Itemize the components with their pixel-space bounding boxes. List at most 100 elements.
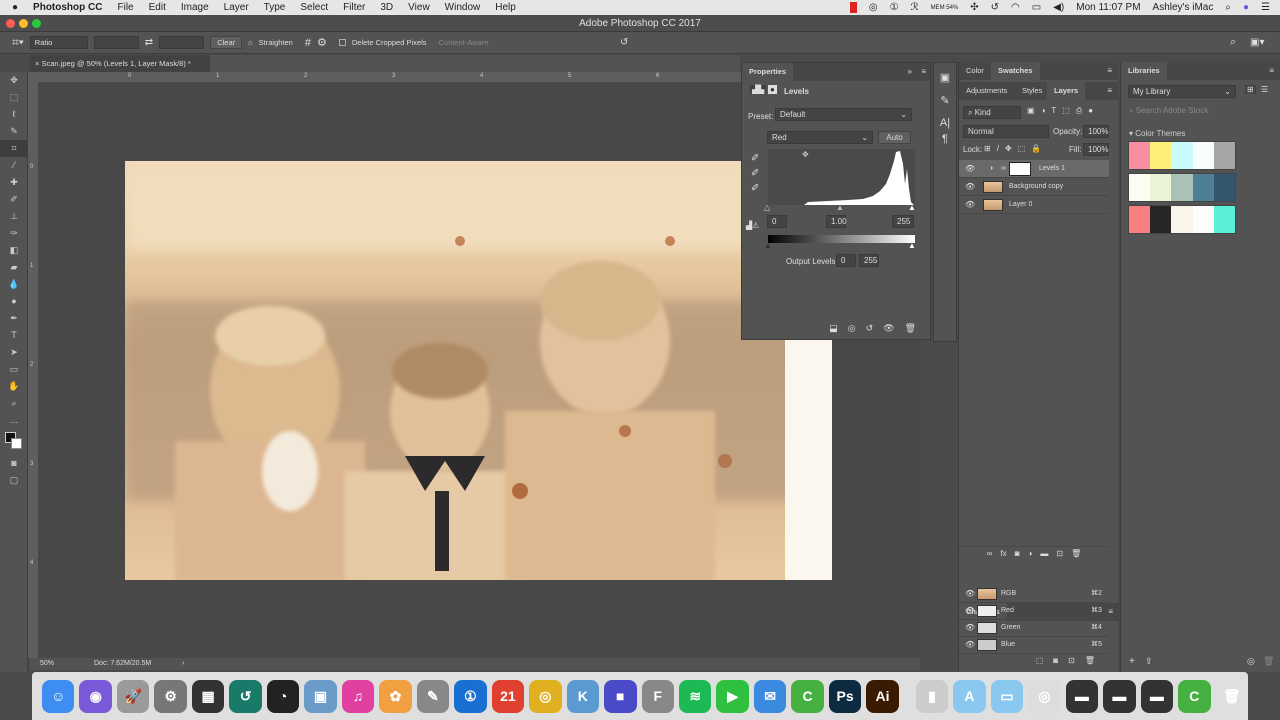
- search-icon[interactable]: ⌕: [1230, 36, 1236, 49]
- dock-keynote-icon[interactable]: K: [566, 679, 600, 713]
- menu-help[interactable]: Help: [495, 2, 516, 13]
- zoom-window-button[interactable]: [32, 19, 41, 28]
- lock-transparent-icon[interactable]: ⊞: [984, 144, 991, 153]
- airplay-icon[interactable]: ▭: [1032, 2, 1041, 13]
- color-theme[interactable]: [1128, 173, 1236, 202]
- crop-tool-icon[interactable]: ⌗: [0, 140, 28, 157]
- chain-link-icon[interactable]: ∞: [1001, 160, 1006, 178]
- creative-cloud-icon[interactable]: ◎: [869, 2, 878, 13]
- paragraph-icon[interactable]: ¶: [934, 133, 956, 145]
- add-content-icon[interactable]: +: [1129, 656, 1135, 667]
- panel-menu-icon[interactable]: ≡: [921, 67, 926, 76]
- lock-all-icon[interactable]: 🔒: [1031, 144, 1041, 153]
- output-white-field[interactable]: 255: [859, 254, 879, 267]
- panel-menu-icon[interactable]: ≡: [1108, 607, 1113, 616]
- minimize-window-button[interactable]: [19, 19, 28, 28]
- stamp-tool-icon[interactable]: ⊥: [0, 208, 28, 225]
- eraser-tool-icon[interactable]: ◧: [0, 242, 28, 259]
- output-black-field[interactable]: 0: [836, 254, 856, 267]
- brush-settings-icon[interactable]: ✎: [934, 94, 956, 107]
- filter-shape-icon[interactable]: ⬚: [1062, 106, 1070, 116]
- siri-icon[interactable]: ●: [1243, 2, 1249, 13]
- gray-point-eyedropper-icon[interactable]: ✐: [751, 168, 759, 179]
- color-theme[interactable]: [1128, 205, 1236, 234]
- trash-icon[interactable]: 🗑: [1263, 656, 1274, 667]
- script-icon[interactable]: ℛ: [911, 2, 919, 13]
- save-selection-icon[interactable]: ◙: [1053, 656, 1058, 665]
- screen-mode-icon[interactable]: ▢: [0, 472, 28, 489]
- dock-mail-icon[interactable]: ✉: [753, 679, 787, 713]
- output-black-slider[interactable]: ▲: [764, 241, 772, 250]
- dock-preview-icon[interactable]: ▣: [304, 679, 337, 713]
- dock-facetime-icon[interactable]: ▶: [716, 679, 749, 713]
- menu-type[interactable]: Type: [264, 2, 286, 13]
- dock-trash-icon[interactable]: 🗑: [1215, 679, 1248, 713]
- zoom-level[interactable]: 50%: [40, 658, 54, 670]
- swap-icon[interactable]: ⇄: [145, 37, 153, 48]
- dodge-tool-icon[interactable]: ●: [0, 293, 28, 310]
- spotlight-icon[interactable]: ⌕: [1225, 2, 1231, 13]
- more-tools-icon[interactable]: …: [0, 412, 28, 429]
- crop-tool-icon[interactable]: ⌗▾: [12, 35, 24, 50]
- layer-row-levels[interactable]: 👁 ◑ ∞ Levels 1: [959, 160, 1109, 178]
- reset-icon[interactable]: ↺: [620, 37, 628, 48]
- volume-icon[interactable]: ◀): [1053, 2, 1064, 13]
- menu-select[interactable]: Select: [300, 2, 328, 13]
- visibility-eye-icon[interactable]: 👁: [965, 160, 975, 178]
- memory-status[interactable]: MEM 54%: [931, 5, 959, 11]
- content-aware-label[interactable]: Content-Aware: [438, 38, 488, 47]
- dock-documents-icon[interactable]: ▭: [990, 679, 1024, 713]
- dropbox-icon[interactable]: ✣: [970, 2, 978, 13]
- layer-name[interactable]: Layer 0: [1009, 196, 1032, 214]
- menu-window[interactable]: Window: [445, 2, 481, 13]
- dock-finder-icon[interactable]: ☺: [42, 679, 75, 713]
- input-gamma-slider[interactable]: ▲: [836, 203, 844, 212]
- channel-row-green[interactable]: 👁 Green ⌘4: [959, 619, 1109, 637]
- layer-name[interactable]: Background copy: [1009, 178, 1063, 196]
- white-point-eyedropper-icon[interactable]: ✐: [751, 183, 759, 194]
- lock-position-icon[interactable]: ✥: [1005, 144, 1012, 153]
- layer-row-background-copy[interactable]: 👁 Background copy: [959, 178, 1109, 196]
- type-tool-icon[interactable]: T: [0, 327, 28, 344]
- dock-camtasia-icon[interactable]: C: [791, 679, 824, 713]
- preset-select[interactable]: Default ⌄: [775, 108, 912, 121]
- document-tab[interactable]: × Scan.jpeg @ 50% (Levels 1, Layer Mask/…: [30, 55, 210, 72]
- gear-icon[interactable]: ⚙: [317, 36, 327, 49]
- dock-illustrator-icon[interactable]: Ai: [866, 679, 899, 713]
- visibility-eye-icon[interactable]: 👁: [965, 619, 975, 637]
- height-input[interactable]: [159, 36, 205, 49]
- new-channel-icon[interactable]: ⊡: [1068, 656, 1075, 665]
- visibility-eye-icon[interactable]: 👁: [883, 323, 894, 334]
- dock-photoshop-icon[interactable]: Ps: [828, 679, 862, 713]
- layer-row-layer-0[interactable]: 👁 Layer 0: [959, 196, 1109, 214]
- list-view-icon[interactable]: ☰: [1261, 85, 1268, 94]
- trash-icon[interactable]: 🗑: [905, 323, 916, 334]
- menu-layer[interactable]: Layer: [224, 2, 249, 13]
- layer-name[interactable]: Levels 1: [1039, 160, 1065, 178]
- dock-font-book-icon[interactable]: F: [641, 679, 674, 713]
- clip-to-layer-icon[interactable]: ⬓: [829, 323, 838, 334]
- dock-system-preferences-icon[interactable]: ⚙: [154, 679, 187, 713]
- quick-select-tool-icon[interactable]: ✎: [0, 123, 28, 140]
- dock-blue-cube-icon[interactable]: ■: [604, 679, 637, 713]
- delete-cropped-checkbox[interactable]: [338, 39, 346, 46]
- dock-calendar-icon[interactable]: 21: [491, 679, 525, 713]
- layers-tab[interactable]: Layers: [1047, 82, 1086, 100]
- lock-pixels-icon[interactable]: /: [997, 144, 999, 153]
- dock-camtasia-icon[interactable]: C: [1178, 679, 1211, 713]
- dock-mission-control-icon[interactable]: ▦: [191, 679, 225, 713]
- input-black-slider[interactable]: △: [764, 203, 770, 212]
- panel-menu-icon[interactable]: ≡: [1269, 66, 1274, 75]
- clock[interactable]: Mon 11:07 PM: [1076, 2, 1140, 13]
- user-name[interactable]: Ashley's iMac: [1153, 2, 1214, 13]
- properties-tab[interactable]: Properties: [742, 63, 794, 81]
- notification-center-icon[interactable]: ☰: [1261, 2, 1270, 13]
- new-layer-icon[interactable]: ⊡: [1056, 549, 1063, 560]
- lock-artboard-icon[interactable]: ⬚: [1018, 144, 1026, 153]
- shape-tool-icon[interactable]: ▭: [0, 361, 28, 378]
- menu-view[interactable]: View: [408, 2, 430, 13]
- workspace-icon[interactable]: ▣▾: [1250, 37, 1264, 48]
- blend-mode-select[interactable]: Normal: [963, 125, 1049, 138]
- filter-pixel-icon[interactable]: ▣: [1027, 106, 1035, 116]
- document-photo[interactable]: [125, 161, 832, 580]
